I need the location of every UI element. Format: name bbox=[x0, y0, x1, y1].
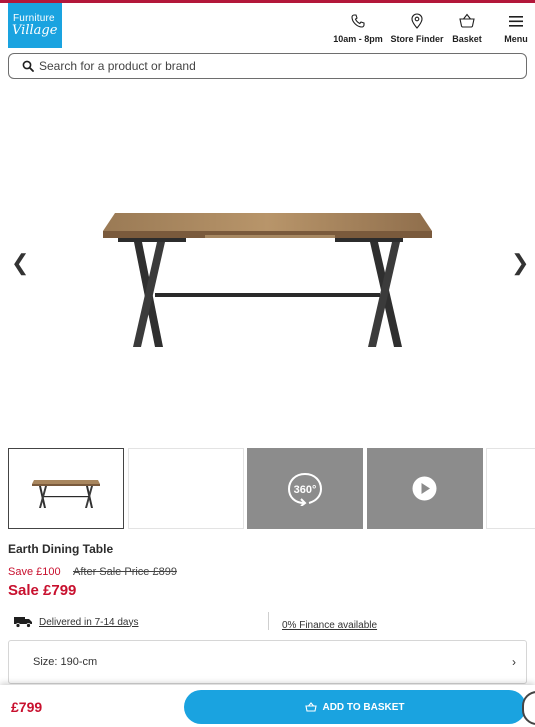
size-selector[interactable]: Size: 190-cm › bbox=[8, 640, 527, 684]
size-label: Size: 190-cm bbox=[33, 656, 98, 668]
furniture-village-logo[interactable]: Furniture Village bbox=[8, 3, 62, 48]
chevron-right-icon: › bbox=[512, 655, 516, 669]
hamburger-menu-icon bbox=[509, 16, 523, 27]
basket-icon bbox=[305, 702, 318, 712]
sticky-price: £799 bbox=[11, 699, 43, 715]
logo-text-line2: Village bbox=[12, 23, 58, 38]
gallery-prev-arrow[interactable]: ❮ bbox=[11, 250, 29, 276]
delivery-link[interactable]: Delivered in 7-14 days bbox=[39, 617, 139, 628]
gallery-thumbnails: 360° bbox=[0, 448, 535, 530]
rotate-360-label: 360° bbox=[294, 484, 317, 496]
delivery-info: Delivered in 7-14 days bbox=[14, 614, 139, 630]
opening-hours-label: 10am - 8pm bbox=[333, 34, 383, 44]
finance-link[interactable]: 0% Finance available bbox=[282, 620, 377, 631]
gallery-next-arrow[interactable]: ❯ bbox=[511, 250, 529, 276]
product-main-image[interactable] bbox=[100, 205, 435, 355]
search-input[interactable] bbox=[39, 57, 509, 75]
menu-label: Menu bbox=[504, 34, 528, 44]
product-title: Earth Dining Table bbox=[8, 542, 114, 556]
search-icon bbox=[22, 60, 34, 72]
basket-label: Basket bbox=[452, 34, 482, 44]
rotate-360-icon: 360° bbox=[287, 473, 323, 506]
location-pin-icon bbox=[411, 13, 423, 29]
thumbnail-2[interactable] bbox=[128, 448, 244, 529]
thumbnail-360-view[interactable]: 360° bbox=[247, 448, 363, 529]
add-to-basket-button[interactable]: ADD TO BASKET bbox=[184, 690, 526, 724]
store-finder-link[interactable]: Store Finder bbox=[390, 13, 444, 44]
save-amount: Save £100 bbox=[8, 566, 61, 578]
opening-hours-link[interactable]: 10am - 8pm bbox=[333, 13, 383, 44]
basket-link[interactable]: Basket bbox=[448, 13, 486, 44]
product-image-gallery: ❮ ❯ bbox=[0, 85, 535, 440]
search-bar[interactable] bbox=[8, 53, 527, 79]
after-sale-price: After Sale Price £899 bbox=[73, 566, 177, 578]
info-divider bbox=[268, 612, 269, 630]
phone-icon bbox=[351, 14, 365, 28]
chat-widget-button[interactable] bbox=[522, 691, 535, 725]
site-header: Furniture Village 10am - 8pm Store Finde… bbox=[0, 3, 535, 49]
sale-price: Sale £799 bbox=[8, 582, 77, 599]
delivery-truck-icon bbox=[14, 617, 32, 628]
finance-info: 0% Finance available bbox=[282, 615, 377, 633]
sticky-purchase-bar: £799 ADD TO BASKET bbox=[0, 685, 535, 727]
thumbnail-table-image bbox=[32, 480, 100, 508]
store-finder-label: Store Finder bbox=[390, 34, 444, 44]
basket-icon bbox=[459, 13, 475, 28]
add-to-basket-label: ADD TO BASKET bbox=[322, 701, 405, 713]
play-video-icon bbox=[412, 476, 437, 501]
thumbnail-video[interactable] bbox=[367, 448, 483, 529]
menu-button[interactable]: Menu bbox=[499, 13, 533, 44]
thumbnail-5[interactable] bbox=[486, 448, 535, 529]
thumbnail-1[interactable] bbox=[8, 448, 124, 529]
